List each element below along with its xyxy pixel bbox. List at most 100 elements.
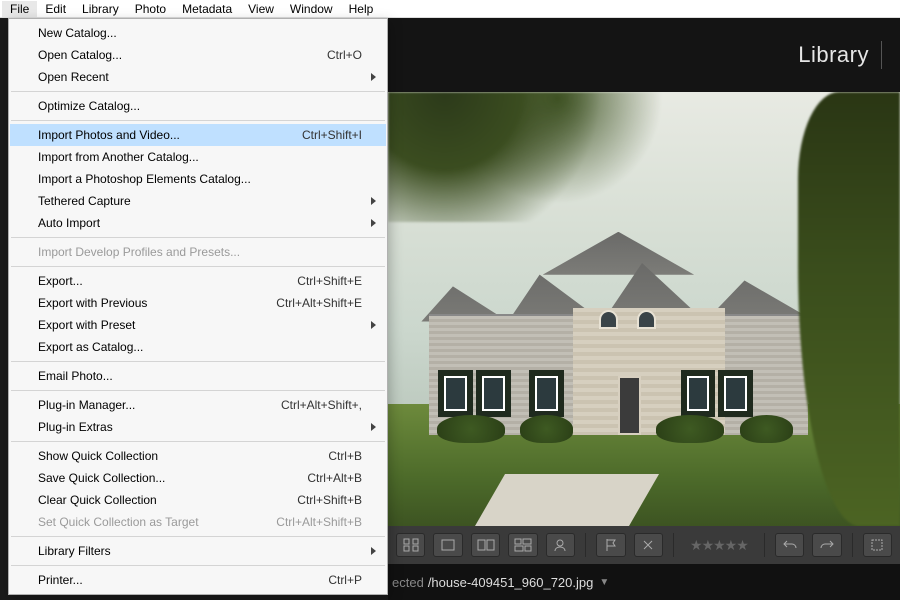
toolbar-separator bbox=[673, 533, 674, 557]
menu-item-library-filters[interactable]: Library Filters bbox=[10, 540, 386, 562]
menu-item-clear-quick-collection[interactable]: Clear Quick CollectionCtrl+Shift+B bbox=[10, 489, 386, 511]
menu-item-label: Open Catalog... bbox=[38, 48, 327, 62]
menu-item-email-photo[interactable]: Email Photo... bbox=[10, 365, 386, 387]
menu-item-label: Library Filters bbox=[38, 544, 362, 558]
menu-item-shortcut: Ctrl+B bbox=[328, 449, 362, 463]
menu-item-export-with-previous[interactable]: Export with PreviousCtrl+Alt+Shift+E bbox=[10, 292, 386, 314]
menubar-item-file[interactable]: File bbox=[2, 1, 37, 17]
menu-separator bbox=[11, 441, 385, 442]
menu-item-label: Optimize Catalog... bbox=[38, 99, 362, 113]
menu-separator bbox=[11, 536, 385, 537]
menu-item-label: Save Quick Collection... bbox=[38, 471, 307, 485]
menu-separator bbox=[11, 390, 385, 391]
menu-item-label: Auto Import bbox=[38, 216, 362, 230]
status-prefix: ected bbox=[392, 575, 428, 590]
menu-item-auto-import[interactable]: Auto Import bbox=[10, 212, 386, 234]
menu-item-label: Open Recent bbox=[38, 70, 362, 84]
menu-item-tethered-capture[interactable]: Tethered Capture bbox=[10, 190, 386, 212]
menu-item-plug-in-extras[interactable]: Plug-in Extras bbox=[10, 416, 386, 438]
menubar-item-view[interactable]: View bbox=[240, 1, 282, 17]
menu-item-label: New Catalog... bbox=[38, 26, 362, 40]
menu-item-save-quick-collection[interactable]: Save Quick Collection...Ctrl+Alt+B bbox=[10, 467, 386, 489]
menu-item-label: Set Quick Collection as Target bbox=[38, 515, 276, 529]
status-bar: ected /house-409451_960_720.jpg ▼ bbox=[388, 564, 900, 600]
menu-item-set-quick-collection-as-target: Set Quick Collection as TargetCtrl+Alt+S… bbox=[10, 511, 386, 533]
toolbar-separator bbox=[852, 533, 853, 557]
menu-item-import-photos-and-video[interactable]: Import Photos and Video...Ctrl+Shift+I bbox=[10, 124, 386, 146]
grid-view-button[interactable] bbox=[396, 533, 425, 557]
menu-item-label: Export as Catalog... bbox=[38, 340, 362, 354]
file-menu-dropdown: New Catalog...Open Catalog...Ctrl+OOpen … bbox=[8, 18, 388, 595]
rotate-cw-button[interactable] bbox=[812, 533, 841, 557]
menu-item-shortcut: Ctrl+Shift+B bbox=[297, 493, 362, 507]
menu-item-shortcut: Ctrl+Alt+Shift+E bbox=[276, 296, 362, 310]
flag-reject-button[interactable] bbox=[634, 533, 663, 557]
menu-item-shortcut: Ctrl+Alt+B bbox=[307, 471, 362, 485]
menu-item-label: Import a Photoshop Elements Catalog... bbox=[38, 172, 362, 186]
survey-view-button[interactable] bbox=[508, 533, 537, 557]
menu-item-new-catalog[interactable]: New Catalog... bbox=[10, 22, 386, 44]
menu-item-printer[interactable]: Printer...Ctrl+P bbox=[10, 569, 386, 591]
menu-item-label: Import from Another Catalog... bbox=[38, 150, 362, 164]
menu-item-label: Printer... bbox=[38, 573, 328, 587]
compare-view-button[interactable] bbox=[471, 533, 500, 557]
menu-item-open-recent[interactable]: Open Recent bbox=[10, 66, 386, 88]
menu-item-export-as-catalog[interactable]: Export as Catalog... bbox=[10, 336, 386, 358]
menubar-item-help[interactable]: Help bbox=[341, 1, 382, 17]
module-library-label[interactable]: Library bbox=[798, 42, 881, 68]
menu-item-shortcut: Ctrl+Alt+Shift+B bbox=[276, 515, 362, 529]
menu-separator bbox=[11, 237, 385, 238]
menu-item-label: Import Photos and Video... bbox=[38, 128, 302, 142]
preview-image bbox=[388, 92, 900, 526]
menu-item-import-a-photoshop-elements-catalog[interactable]: Import a Photoshop Elements Catalog... bbox=[10, 168, 386, 190]
menubar-item-photo[interactable]: Photo bbox=[127, 1, 174, 17]
rating-stars[interactable]: ★★★★★ bbox=[684, 537, 754, 554]
menu-item-shortcut: Ctrl+O bbox=[327, 48, 362, 62]
menu-item-label: Tethered Capture bbox=[38, 194, 362, 208]
menu-separator bbox=[11, 266, 385, 267]
loupe-view-button[interactable] bbox=[433, 533, 462, 557]
menubar-item-window[interactable]: Window bbox=[282, 1, 341, 17]
menu-item-export-with-preset[interactable]: Export with Preset bbox=[10, 314, 386, 336]
menu-separator bbox=[11, 361, 385, 362]
menu-item-label: Email Photo... bbox=[38, 369, 362, 383]
menu-item-shortcut: Ctrl+Alt+Shift+, bbox=[281, 398, 362, 412]
menu-item-label: Plug-in Extras bbox=[38, 420, 362, 434]
module-picker: Library bbox=[388, 18, 900, 92]
menu-item-shortcut: Ctrl+P bbox=[328, 573, 362, 587]
menu-separator bbox=[11, 565, 385, 566]
menu-item-label: Import Develop Profiles and Presets... bbox=[38, 245, 362, 259]
image-viewer[interactable] bbox=[388, 92, 900, 526]
toolbar-separator bbox=[585, 533, 586, 557]
menu-item-shortcut: Ctrl+Shift+E bbox=[297, 274, 362, 288]
menu-item-open-catalog[interactable]: Open Catalog...Ctrl+O bbox=[10, 44, 386, 66]
menubar-item-metadata[interactable]: Metadata bbox=[174, 1, 240, 17]
menu-item-label: Clear Quick Collection bbox=[38, 493, 297, 507]
toolbar-separator bbox=[764, 533, 765, 557]
menu-item-label: Export with Previous bbox=[38, 296, 276, 310]
menu-item-import-from-another-catalog[interactable]: Import from Another Catalog... bbox=[10, 146, 386, 168]
menu-item-export[interactable]: Export...Ctrl+Shift+E bbox=[10, 270, 386, 292]
menu-item-label: Show Quick Collection bbox=[38, 449, 328, 463]
menu-item-import-develop-profiles-and-presets: Import Develop Profiles and Presets... bbox=[10, 241, 386, 263]
toolbar: ★★★★★ bbox=[388, 526, 900, 564]
menu-item-label: Export... bbox=[38, 274, 297, 288]
chevron-down-icon[interactable]: ▼ bbox=[593, 577, 609, 588]
module-separator bbox=[881, 41, 882, 69]
flag-pick-button[interactable] bbox=[596, 533, 625, 557]
menubar-item-edit[interactable]: Edit bbox=[37, 1, 74, 17]
menubar: FileEditLibraryPhotoMetadataViewWindowHe… bbox=[0, 0, 900, 18]
status-filename[interactable]: /house-409451_960_720.jpg bbox=[428, 575, 594, 590]
menu-separator bbox=[11, 120, 385, 121]
menu-item-show-quick-collection[interactable]: Show Quick CollectionCtrl+B bbox=[10, 445, 386, 467]
crop-button[interactable] bbox=[863, 533, 892, 557]
menu-item-optimize-catalog[interactable]: Optimize Catalog... bbox=[10, 95, 386, 117]
rotate-ccw-button[interactable] bbox=[775, 533, 804, 557]
menubar-item-library[interactable]: Library bbox=[74, 1, 127, 17]
menu-item-plug-in-manager[interactable]: Plug-in Manager...Ctrl+Alt+Shift+, bbox=[10, 394, 386, 416]
menu-item-label: Export with Preset bbox=[38, 318, 362, 332]
people-view-button[interactable] bbox=[546, 533, 575, 557]
menu-separator bbox=[11, 91, 385, 92]
menu-item-shortcut: Ctrl+Shift+I bbox=[302, 128, 362, 142]
menu-item-label: Plug-in Manager... bbox=[38, 398, 281, 412]
